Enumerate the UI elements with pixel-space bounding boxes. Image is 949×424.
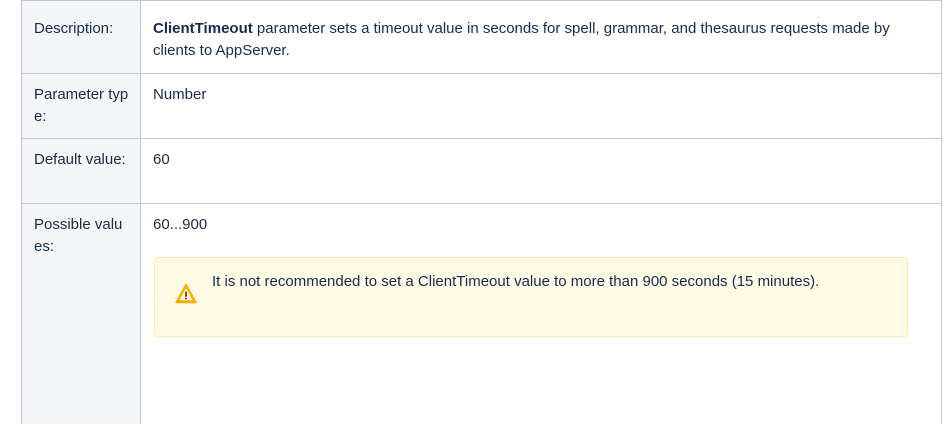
table-row-possible-values: Possible values: 60...900 It is not reco…: [22, 204, 942, 424]
parameter-panel: Description: ClientTimeout parameter set…: [0, 0, 949, 382]
row-header-possible-values: Possible values:: [22, 204, 141, 424]
row-value-description: ClientTimeout parameter sets a timeout v…: [141, 1, 942, 74]
row-value-possible-values: 60...900 It is not recommended to set a …: [141, 204, 942, 424]
row-header-default-value: Default value:: [22, 139, 141, 204]
table-row-default-value: Default value: 60: [22, 139, 942, 204]
parameter-table: Description: ClientTimeout parameter set…: [21, 0, 942, 424]
description-text: parameter sets a timeout value in second…: [153, 20, 890, 59]
warning-text: It is not recommended to set a ClientTim…: [212, 271, 891, 293]
row-header-parameter-type: Parameter type:: [22, 74, 141, 139]
parameter-name: ClientTimeout: [153, 20, 253, 37]
table-row-parameter-type: Parameter type: Number: [22, 74, 942, 139]
warning-panel: It is not recommended to set a ClientTim…: [154, 257, 908, 337]
table-row-description: Description: ClientTimeout parameter set…: [22, 1, 942, 74]
row-header-description: Description:: [22, 1, 141, 74]
warning-triangle-icon: [175, 283, 197, 305]
possible-values-text: 60...900: [153, 214, 931, 236]
row-value-parameter-type: Number: [141, 74, 942, 139]
row-value-default-value: 60: [141, 139, 942, 204]
